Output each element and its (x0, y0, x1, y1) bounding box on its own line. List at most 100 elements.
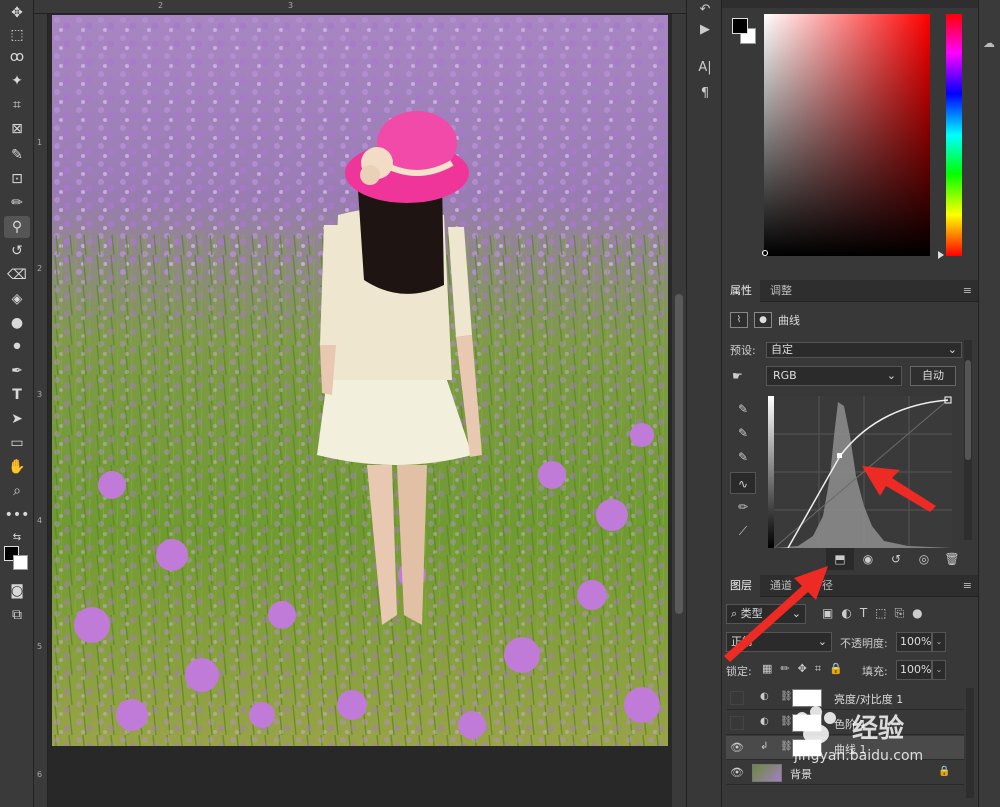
move-tool-icon[interactable]: ✥ (4, 2, 30, 24)
frame-tool-icon[interactable]: ⊠ (4, 118, 30, 140)
white-point-eyedropper-icon[interactable]: ✎ (730, 446, 756, 468)
tools-panel: ✥ ⬚ ꝏ ✦ ⌗ ⊠ ✎ ⊡ ✏ ⚲ ↺ ⌫ ◈ ● ⚫ ✒ T ➤ ▭ ✋ … (0, 0, 34, 807)
quick-mask-icon[interactable]: ◙ (4, 580, 30, 602)
gray-point-eyedropper-icon[interactable]: ✎ (730, 422, 756, 444)
hue-slider[interactable] (946, 14, 962, 256)
filter-adjustment-icon[interactable]: ◐ (841, 606, 851, 621)
ruler-tick: 2 (158, 1, 164, 10)
paragraph-panel-icon[interactable]: ¶ (695, 86, 715, 106)
pen-tool-icon[interactable]: ✒ (4, 360, 30, 382)
history-brush-tool-icon[interactable]: ↺ (4, 240, 30, 262)
actions-play-icon[interactable]: ▶ (695, 22, 715, 42)
zoom-tool-icon[interactable]: ⌕ (4, 480, 30, 502)
view-previous-state-icon[interactable]: ◉ (854, 548, 882, 570)
smooth-curve-icon[interactable]: ⟋ (730, 520, 756, 542)
reset-adjustment-icon[interactable]: ↺ (882, 548, 910, 570)
delete-adjustment-icon[interactable]: 🗑 (938, 548, 966, 570)
lock-artboard-icon[interactable]: ⌗ (815, 662, 821, 676)
lock-position-icon[interactable]: ✥ (798, 662, 807, 676)
color-picker-field[interactable] (764, 14, 930, 256)
curves-graph[interactable] (768, 396, 952, 549)
panel-menu-icon[interactable]: ≡ (963, 579, 972, 592)
targeted-adjustment-icon[interactable]: ☛ (732, 369, 743, 383)
magic-wand-tool-icon[interactable]: ✦ (4, 70, 30, 92)
color-fg-swatch[interactable] (732, 18, 748, 34)
fg-bg-colors[interactable] (4, 546, 30, 574)
tab-channels[interactable]: 通道 (762, 575, 800, 597)
tab-layers[interactable]: 图层 (722, 575, 760, 597)
fill-field[interactable]: 100% (896, 660, 932, 680)
ruler-tick: 5 (37, 642, 43, 651)
tab-adjustments[interactable]: 调整 (762, 280, 800, 302)
layer-mask-thumbnail[interactable] (792, 689, 822, 707)
visibility-toggle[interactable] (730, 691, 744, 705)
opacity-field[interactable]: 100% (896, 632, 932, 652)
color-picker-cursor[interactable] (762, 250, 768, 256)
vertical-ruler: 1 2 3 4 5 6 (34, 14, 48, 807)
rectangle-tool-icon[interactable]: ▭ (4, 432, 30, 454)
eye-icon[interactable]: 👁 (730, 741, 744, 755)
edit-points-curve-icon[interactable]: ∿ (730, 472, 756, 494)
hand-tool-icon[interactable]: ✋ (4, 456, 30, 478)
scrollbar-thumb[interactable] (965, 360, 971, 460)
filter-toggle-icon[interactable]: ● (912, 606, 922, 621)
properties-scrollbar[interactable] (964, 340, 972, 540)
brush-tool-icon[interactable]: ✏ (4, 192, 30, 214)
screen-mode-icon[interactable]: ⧉ (4, 604, 30, 626)
hue-slider-marker[interactable] (938, 251, 944, 259)
lock-transparent-icon[interactable]: ▦ (762, 662, 772, 676)
photo-girl-in-flower-field[interactable] (52, 15, 668, 746)
filter-pixel-icon[interactable]: ▣ (822, 606, 833, 621)
swap-colors-icon[interactable]: ⇆ (4, 526, 30, 548)
clone-stamp-tool-icon[interactable]: ⚲ (4, 216, 30, 238)
background-color-swatch[interactable] (13, 555, 28, 570)
marquee-tool-icon[interactable]: ⬚ (4, 24, 30, 46)
lock-all-icon[interactable]: 🔒 (829, 662, 843, 676)
curves-adjustment-icon[interactable]: ⌇ (730, 312, 748, 328)
eye-icon[interactable]: 👁 (730, 766, 744, 780)
layer-mask-icon[interactable]: ● (754, 312, 772, 328)
crop-tool-icon[interactable]: ⌗ (4, 94, 30, 116)
lasso-tool-icon[interactable]: ꝏ (4, 46, 30, 68)
tab-paths[interactable]: 径 (814, 575, 841, 597)
filter-type-icon[interactable]: T (860, 606, 867, 621)
layer-image-thumbnail[interactable] (752, 764, 782, 782)
toggle-visibility-icon[interactable]: ◎ (910, 548, 938, 570)
paint-bucket-tool-icon[interactable]: ◈ (4, 288, 30, 310)
path-selection-tool-icon[interactable]: ➤ (4, 408, 30, 430)
eraser-tool-icon[interactable]: ⌫ (4, 264, 30, 286)
blend-row: 正常 ⌄ 不透明度: 100% ⌄ (726, 632, 974, 654)
canvas-vertical-scrollbar[interactable] (672, 14, 686, 807)
panel-menu-icon[interactable]: ≡ (963, 284, 972, 297)
draw-curve-pencil-icon[interactable]: ✏ (730, 496, 756, 518)
blend-mode-dropdown[interactable]: 正常 ⌄ (726, 632, 832, 652)
layers-scrollbar[interactable] (966, 688, 974, 798)
adjustment-layer-icon: ◐ (760, 691, 769, 702)
clip-to-layer-icon[interactable]: ⬒ (826, 548, 854, 570)
visibility-toggle[interactable] (730, 716, 744, 730)
layer-filter-dropdown[interactable]: ⌕ 类型 ⌄ (726, 604, 806, 624)
channel-dropdown[interactable]: RGB ⌄ (766, 366, 902, 386)
character-panel-icon[interactable]: A| (695, 60, 715, 80)
preset-dropdown[interactable]: 自定 ⌄ (766, 342, 962, 358)
document-canvas[interactable] (48, 14, 672, 807)
libraries-icon[interactable]: ☁ (983, 36, 995, 50)
eyedropper-tool-icon[interactable]: ✎ (4, 144, 30, 166)
filter-shape-icon[interactable]: ⬚ (875, 606, 886, 621)
opacity-slider-toggle[interactable]: ⌄ (932, 632, 946, 652)
more-tools-icon[interactable]: ••• (4, 504, 30, 526)
color-panel-tabs[interactable] (722, 0, 978, 8)
type-tool-icon[interactable]: T (4, 384, 30, 406)
right-panels: 属性 调整 ≡ ⌇ ● 曲线 预设: 自定 ⌄ ☛ RGB ⌄ 自动 ✎ ✎ ✎… (722, 0, 978, 807)
black-point-eyedropper-icon[interactable]: ✎ (730, 398, 756, 420)
lock-image-icon[interactable]: ✏ (780, 662, 789, 676)
fill-slider-toggle[interactable]: ⌄ (932, 660, 946, 680)
scrollbar-thumb[interactable] (675, 294, 683, 614)
auto-button[interactable]: 自动 (910, 366, 956, 386)
blur-tool-icon[interactable]: ● (4, 312, 30, 334)
tab-properties[interactable]: 属性 (722, 280, 760, 302)
history-icon[interactable]: ↶ (695, 2, 715, 22)
filter-smart-object-icon[interactable]: ⎘ (895, 606, 905, 621)
dodge-tool-icon[interactable]: ⚫ (4, 336, 30, 358)
healing-brush-tool-icon[interactable]: ⊡ (4, 168, 30, 190)
